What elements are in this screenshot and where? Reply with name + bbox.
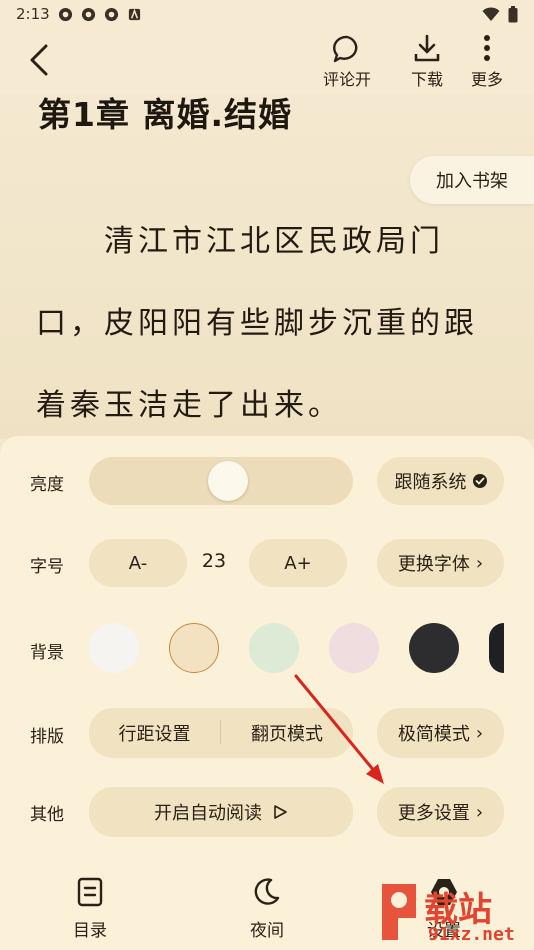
more-label: 更多: [470, 70, 503, 89]
brightness-slider-handle[interactable]: [208, 461, 248, 501]
night-mode-button[interactable]: 夜间: [227, 876, 307, 941]
more-button[interactable]: 更多: [455, 34, 519, 90]
font-increase-button[interactable]: A+: [249, 539, 347, 587]
app-notification-icon: [58, 7, 72, 21]
battery-icon: [508, 5, 518, 22]
site-watermark: 载站 91xz.net: [372, 876, 534, 950]
font-size-label: 字号: [30, 557, 64, 577]
line-spacing-button[interactable]: 行距设置: [89, 708, 220, 758]
download-label: 下载: [410, 70, 443, 89]
comment-toggle-button[interactable]: 评论开: [315, 34, 379, 90]
table-of-contents-icon: [77, 877, 103, 907]
app-notification-icon: [104, 7, 118, 21]
text-line: 口，皮阳阳有些脚步沉重的跟: [36, 306, 478, 341]
layout-label: 排版: [30, 727, 64, 747]
more-settings-label: 更多设置: [397, 803, 470, 824]
chevron-right-icon: ›: [475, 552, 484, 574]
back-arrow-icon: [30, 44, 48, 76]
background-swatch[interactable]: [489, 623, 504, 673]
status-time: 2:13: [16, 5, 50, 23]
comment-bubble-icon: [333, 35, 358, 63]
check-circle-icon: [472, 474, 487, 488]
reading-area[interactable]: 第1章 离婚.结婚 加入书架 清江市江北区民政局门 口，皮阳阳有些脚步沉重的跟 …: [0, 94, 534, 439]
minimal-mode-label: 极简模式: [397, 724, 470, 745]
text-line: 清江市江北区民政局门: [104, 224, 444, 259]
follow-system-label: 跟随系统: [394, 472, 467, 493]
background-swatch[interactable]: [89, 623, 139, 673]
toc-button[interactable]: 目录: [50, 876, 130, 941]
watermark-site: 91xz.net: [428, 924, 515, 945]
reader-toolbar: 评论开 下载 更多: [0, 28, 534, 94]
app-notification-icon: [81, 7, 95, 21]
auto-read-label: 开启自动阅读: [154, 803, 262, 824]
more-vertical-icon: [484, 35, 490, 61]
other-label: 其他: [30, 805, 64, 825]
wifi-icon: [482, 6, 500, 21]
chevron-right-icon: ›: [475, 801, 484, 823]
chevron-right-icon: ›: [475, 722, 484, 744]
chapter-title: 第1章 离婚.结婚: [38, 95, 292, 134]
font-size-value: 23: [201, 550, 227, 572]
app-notification-icon: [128, 8, 140, 20]
brightness-label: 亮度: [30, 475, 64, 495]
add-to-shelf-button[interactable]: 加入书架: [410, 156, 534, 204]
follow-system-button[interactable]: 跟随系统: [377, 457, 504, 505]
brightness-slider[interactable]: [89, 457, 353, 505]
change-font-label: 更换字体: [397, 554, 470, 575]
download-icon: [414, 34, 440, 62]
status-bar: 2:13: [0, 0, 534, 28]
background-label: 背景: [30, 643, 64, 663]
play-icon: [274, 805, 287, 819]
download-button[interactable]: 下载: [395, 34, 459, 90]
back-button[interactable]: [22, 40, 58, 80]
text-line: 着秦玉洁走了出来。: [36, 388, 342, 423]
font-decrease-button[interactable]: A-: [89, 539, 187, 587]
background-swatch[interactable]: [409, 623, 459, 673]
night-mode-label: 夜间: [250, 921, 284, 941]
watermark-logo-icon: [382, 884, 416, 940]
annotation-arrow-icon: [294, 674, 384, 784]
moon-icon: [254, 878, 280, 905]
change-font-button[interactable]: 更换字体 ›: [377, 539, 504, 587]
comment-toggle-label: 评论开: [322, 70, 371, 89]
toc-label: 目录: [73, 921, 107, 941]
background-swatch[interactable]: [169, 623, 219, 673]
